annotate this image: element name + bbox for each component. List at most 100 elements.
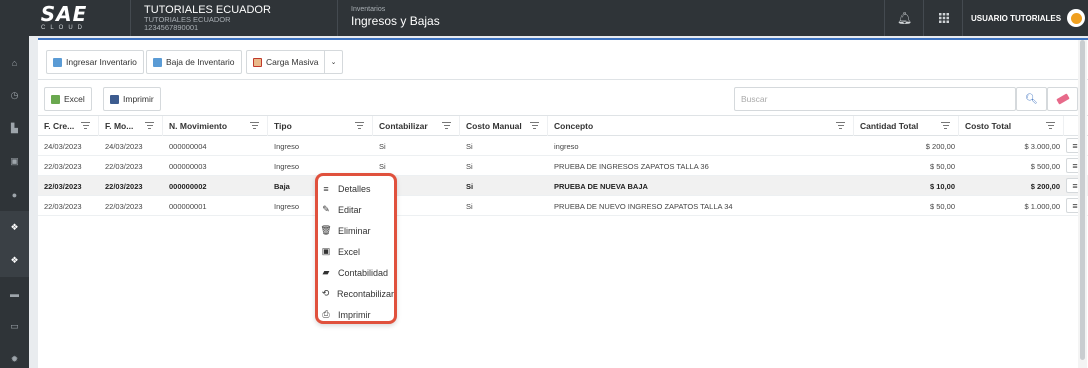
baja-inventario-label: Baja de Inventario xyxy=(166,57,235,67)
column-label: Costo Manual xyxy=(466,121,522,131)
cell-numero-movimiento: 000000001 xyxy=(169,201,207,211)
column-header[interactable]: F. Cre... xyxy=(38,116,99,136)
cell-numero-movimiento: 000000004 xyxy=(169,141,207,151)
sidebar-item-settings[interactable]: ✹ xyxy=(0,343,29,368)
sidebar-item-clock[interactable]: ◷ xyxy=(0,79,29,112)
cell-costo-manual: Si xyxy=(466,161,473,171)
cell-tipo: Ingreso xyxy=(274,141,300,151)
sidebar-item-home[interactable]: ⌂ xyxy=(0,46,29,79)
table-row-selected[interactable]: 22/03/2023 22/03/2023 000000002 Baja Si … xyxy=(38,176,1088,196)
column-header[interactable]: N. Movimiento xyxy=(163,116,268,136)
column-header[interactable]: Contabilizar xyxy=(373,116,460,136)
menu-item-eliminar[interactable]: 🗑︎ Eliminar xyxy=(320,220,394,241)
cell-tipo: Ingreso xyxy=(274,161,300,171)
cell-numero-movimiento: 000000002 xyxy=(169,181,207,191)
apps-button[interactable] xyxy=(923,0,963,36)
main-content: Ingresar Inventario Baja de Inventario C… xyxy=(38,38,1088,368)
cell-tipo: Ingreso xyxy=(274,201,300,211)
upload-icon xyxy=(253,57,262,67)
top-bar: SAE CLOUD TUTORIALES ECUADOR TUTORIALES … xyxy=(0,0,1088,36)
add-document-icon xyxy=(53,57,62,67)
filter-icon[interactable] xyxy=(145,122,154,130)
filter-icon[interactable] xyxy=(81,122,90,130)
menu-item-excel[interactable]: ▣ Excel xyxy=(320,241,394,262)
menu-item-imprimir[interactable]: ⎙ Imprimir xyxy=(320,304,394,325)
menu-item-label: Imprimir xyxy=(338,309,371,320)
table-row[interactable]: 24/03/2023 24/03/2023 000000004 Ingreso … xyxy=(38,136,1088,156)
filter-icon[interactable] xyxy=(355,122,364,130)
sidebar-item-users[interactable]: ● xyxy=(0,178,29,211)
carga-masiva-button[interactable]: Carga Masiva ⌄ xyxy=(246,50,343,74)
column-label: Costo Total xyxy=(965,121,1012,131)
column-header[interactable]: F. Mo... xyxy=(99,116,163,136)
sidebar-item-billing[interactable]: ▭ xyxy=(0,310,29,343)
ingresar-inventario-button[interactable]: Ingresar Inventario xyxy=(46,50,144,74)
cubes-icon: ❖ xyxy=(10,222,19,232)
filter-icon[interactable] xyxy=(442,122,451,130)
table-row[interactable]: 22/03/2023 22/03/2023 000000003 Ingreso … xyxy=(38,156,1088,176)
company-ruc: 1234567890001 xyxy=(144,23,199,32)
search-button[interactable]: 🔍︎ xyxy=(1016,87,1047,111)
card-icon: ▭ xyxy=(10,321,19,331)
excel-file-icon: ▣ xyxy=(321,246,331,256)
column-label: Concepto xyxy=(554,121,594,131)
menu-item-detalles[interactable]: ≡ Detalles xyxy=(320,178,394,199)
search-input[interactable] xyxy=(734,87,1016,111)
logo-subtext: CLOUD xyxy=(40,25,87,31)
vertical-scrollbar[interactable] xyxy=(1078,40,1087,368)
clear-button[interactable] xyxy=(1047,87,1078,111)
sidebar-item-reports[interactable]: ▙ xyxy=(0,112,29,145)
column-label: Cantidad Total xyxy=(860,121,919,131)
trash-icon: 🗑︎ xyxy=(320,225,332,235)
sidebar: ⌂ ◷ ▙ ▣ ● ❖ ❖ ▬ ▭ ✹ xyxy=(0,36,29,368)
cell-costo-manual: Si xyxy=(466,141,473,151)
column-header[interactable]: Costo Total xyxy=(959,116,1064,136)
cell-concepto: PRUEBA DE NUEVA BAJA xyxy=(554,181,648,191)
truck-icon: ▬ xyxy=(10,288,19,299)
sidebar-item-inventory[interactable]: ❖ xyxy=(0,211,29,244)
cell-costo-total: $ 3.000,00 xyxy=(1024,141,1060,151)
list-icon: ≡ xyxy=(323,183,329,194)
filter-icon[interactable] xyxy=(250,122,259,130)
printer-icon xyxy=(110,94,119,104)
column-label: Tipo xyxy=(274,121,292,131)
cell-costo-manual: Si xyxy=(466,201,473,211)
cell-fecha-creacion: 22/03/2023 xyxy=(44,181,82,191)
table-row[interactable]: 22/03/2023 22/03/2023 000000001 Ingreso … xyxy=(38,196,1088,216)
menu-item-editar[interactable]: ✎ Editar xyxy=(320,199,394,220)
action-bar: Ingresar Inventario Baja de Inventario C… xyxy=(38,40,1088,80)
sidebar-item-shipping[interactable]: ▬ xyxy=(0,277,29,310)
filter-icon[interactable] xyxy=(530,122,539,130)
menu-icon: ≡ xyxy=(1072,160,1078,171)
menu-item-contabilidad[interactable]: ▰ Contabilidad xyxy=(320,262,394,283)
filter-icon[interactable] xyxy=(836,122,845,130)
sidebar-item-contacts[interactable]: ▣ xyxy=(0,145,29,178)
cell-concepto: PRUEBA DE INGRESOS ZAPATOS TALLA 36 xyxy=(554,161,709,171)
sidebar-item-inventory-2[interactable]: ❖ xyxy=(0,244,29,277)
page-title: Ingresos y Bajas xyxy=(351,14,440,28)
home-icon: ⌂ xyxy=(11,57,18,68)
imprimir-button[interactable]: Imprimir xyxy=(103,87,161,111)
scrollbar-thumb[interactable] xyxy=(1080,40,1085,360)
chevron-down-icon[interactable]: ⌄ xyxy=(324,51,342,73)
baja-inventario-button[interactable]: Baja de Inventario xyxy=(146,50,242,74)
filter-icon[interactable] xyxy=(941,122,950,130)
column-header[interactable]: Costo Manual xyxy=(460,116,548,136)
notifications-button[interactable]: 🔔︎ xyxy=(884,0,924,36)
menu-item-recontabilizar[interactable]: ⟲ Recontabilizar xyxy=(320,283,394,304)
app-logo[interactable]: SAE CLOUD xyxy=(0,0,128,36)
menu-item-label: Recontabilizar xyxy=(336,288,394,299)
company-selector[interactable]: TUTORIALES ECUADOR TUTORIALES ECUADOR 12… xyxy=(130,0,338,36)
user-name: USUARIO TUTORIALES xyxy=(971,13,1062,23)
user-menu[interactable]: USUARIO TUTORIALES xyxy=(962,0,1088,36)
menu-item-label: Detalles xyxy=(338,183,371,194)
filter-icon[interactable] xyxy=(1046,122,1055,130)
column-header[interactable]: Tipo xyxy=(268,116,373,136)
grid-icon xyxy=(938,13,949,23)
excel-button[interactable]: Excel xyxy=(44,87,92,111)
cubes-icon: ❖ xyxy=(10,255,19,265)
cell-fecha-modificacion: 22/03/2023 xyxy=(105,201,143,211)
column-header[interactable]: Concepto xyxy=(548,116,854,136)
column-header[interactable]: Cantidad Total xyxy=(854,116,959,136)
filter-bar: Excel Imprimir 🔍︎ xyxy=(38,80,1088,116)
